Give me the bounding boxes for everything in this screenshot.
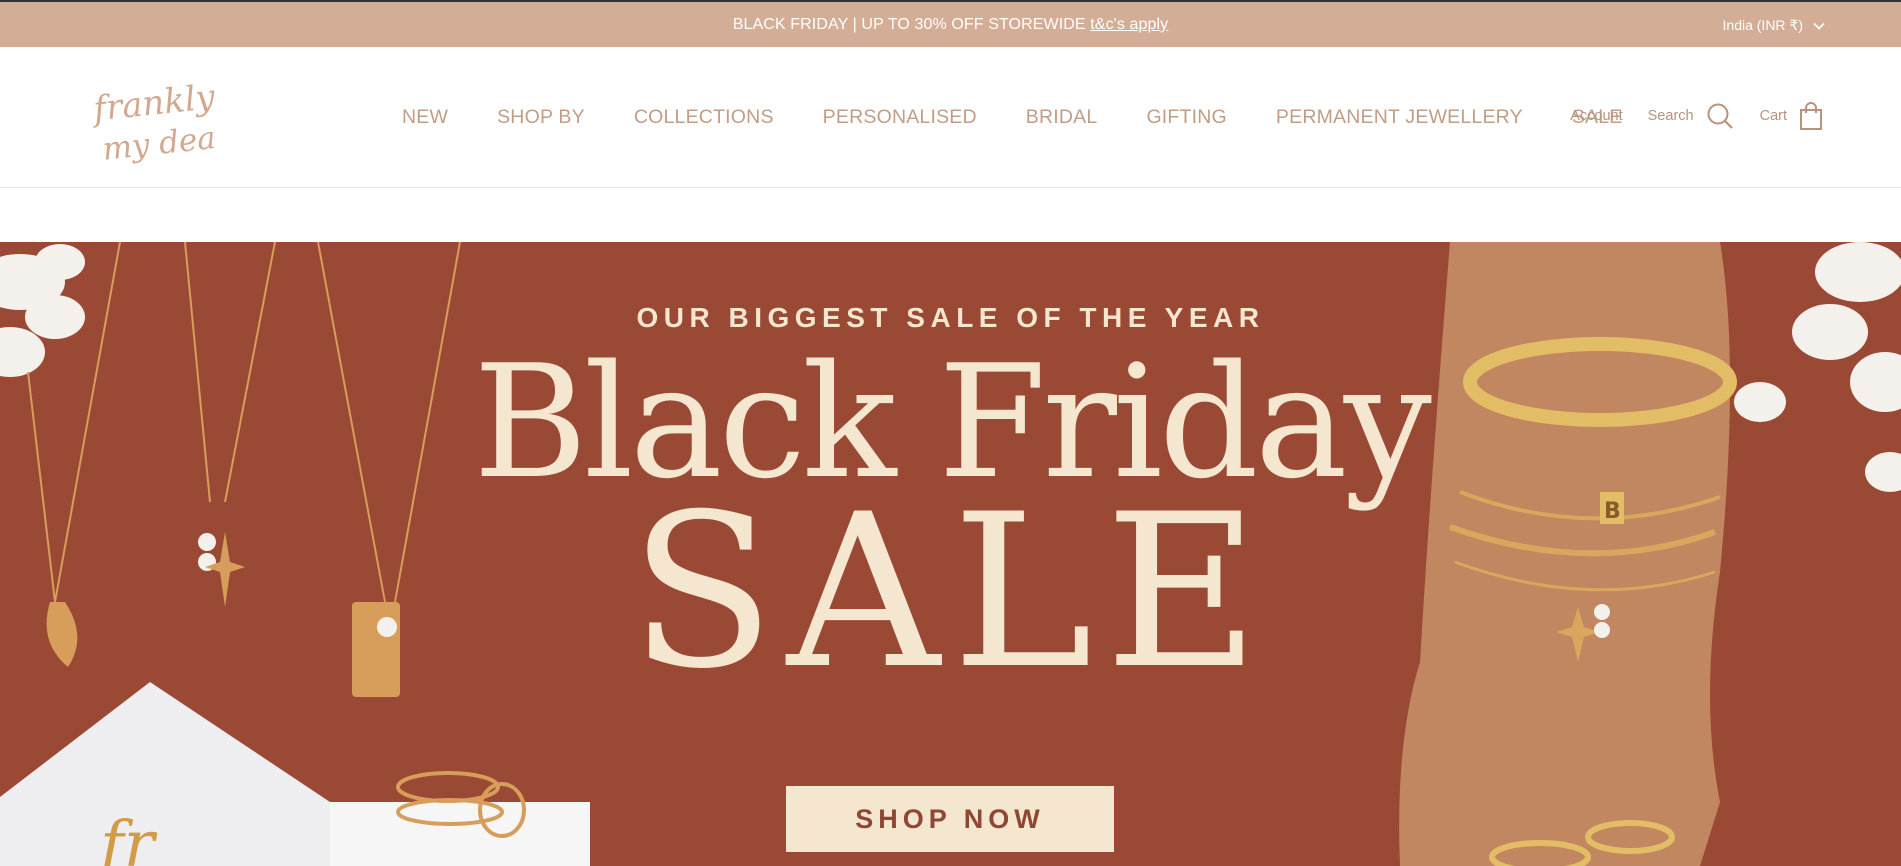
nav-personalised[interactable]: PERSONALISED	[823, 106, 977, 129]
search-icon	[1707, 103, 1733, 129]
announcement-text: BLACK FRIDAY | UP TO 30% OFF STOREWIDE	[732, 16, 1086, 33]
hero-title-line2: SALE	[629, 468, 1272, 715]
cart-label: Cart	[1759, 108, 1787, 124]
country-selector[interactable]: India (INR ₹)	[1723, 17, 1825, 34]
svg-text:fr: fr	[96, 808, 158, 866]
announcement-message: BLACK FRIDAY | UP TO 30% OFF STOREWIDE t…	[0, 16, 1901, 34]
main-nav: NEW SHOP BY COLLECTIONS PERSONALISED BRI…	[402, 106, 1623, 129]
shopping-bag-icon	[1800, 102, 1822, 130]
header-spacer	[0, 189, 1901, 242]
country-label: India (INR ₹)	[1722, 17, 1803, 33]
brand-logo[interactable]: frankly my dear	[88, 71, 234, 168]
nav-new[interactable]: NEW	[402, 106, 448, 129]
nav-collections[interactable]: COLLECTIONS	[634, 106, 774, 129]
nav-shop-by[interactable]: SHOP BY	[497, 106, 585, 129]
cart-button[interactable]: Cart	[1760, 102, 1823, 130]
terms-link[interactable]: t&c's apply	[1090, 16, 1168, 33]
hero-kicker: OUR BIGGEST SALE OF THE YEAR	[636, 302, 1265, 333]
gift-box-image: fr	[0, 682, 590, 866]
site-header: frankly my dear NEW SHOP BY COLLECTIONS …	[0, 47, 1901, 188]
account-link[interactable]: Account	[1570, 108, 1622, 124]
chevron-down-icon	[1813, 22, 1825, 30]
announcement-bar: BLACK FRIDAY | UP TO 30% OFF STOREWIDE t…	[0, 0, 1901, 47]
logo-wordmark: frankly my dear	[88, 77, 234, 168]
shop-now-button[interactable]: SHOP NOW	[786, 786, 1114, 852]
nav-gifting[interactable]: GIFTING	[1146, 106, 1226, 129]
hero-banner[interactable]: fr B OUR BIGGEST SALE OF THE YEAR Black …	[0, 242, 1901, 866]
search-button[interactable]: Search	[1648, 102, 1734, 130]
header-tools: Account Search Cart	[1570, 102, 1823, 130]
search-label: Search	[1647, 108, 1694, 124]
nav-bridal[interactable]: BRIDAL	[1026, 106, 1098, 129]
nav-permanent-jewellery[interactable]: PERMANENT JEWELLERY	[1276, 106, 1523, 129]
